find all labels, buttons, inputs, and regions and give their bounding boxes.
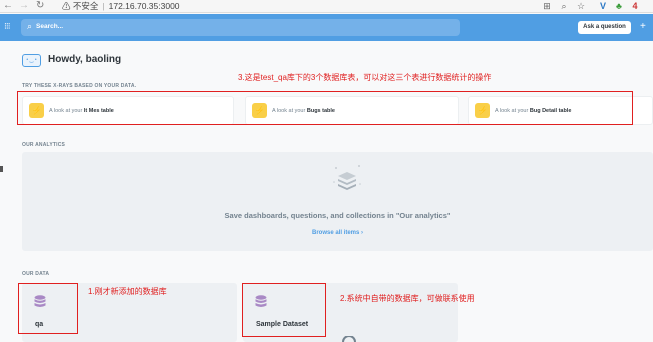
greeting-title: Howdy, baoling [48, 54, 122, 65]
database-icon [34, 295, 46, 307]
xray-prefix: A look at your [495, 108, 529, 114]
database-card-sample[interactable]: Sample Dataset [243, 283, 458, 342]
search-input[interactable]: ⌕ Search... [21, 19, 460, 36]
analytics-empty-state: Save dashboards, questions, and collecti… [22, 152, 653, 251]
security-label: 不安全 [72, 1, 99, 11]
data-heading: OUR DATA [22, 271, 50, 277]
xray-prefix: A look at your [272, 108, 306, 114]
arrow-right-icon[interactable]: → [19, 0, 29, 12]
bolt-icon: ⚡ [252, 103, 267, 118]
ask-question-button[interactable]: Ask a question [578, 21, 631, 34]
browse-all-link[interactable]: Browse all items › [22, 230, 653, 236]
xray-table-name: Bug Detail table [529, 108, 572, 114]
star-icon[interactable]: ☆ [576, 1, 586, 11]
bolt-icon: ⚡ [475, 103, 490, 118]
scroll-marker [0, 166, 3, 172]
xray-table-name: Bugs table [306, 108, 335, 114]
arrow-left-icon[interactable]: ← [3, 0, 13, 12]
search-icon: ⌕ [27, 21, 33, 31]
extension-v-icon[interactable]: V [598, 1, 608, 11]
translate-icon[interactable]: ⊞ [542, 1, 552, 11]
metabot-icon: • ‿ • [22, 54, 41, 67]
annotation-note-tables: 3.这是test_qa库下的3个数据库表，可以对这三个表进行数据统计的操作 [238, 73, 492, 82]
address-bar[interactable]: ⚠ 不安全 | 172.16.70.35:3000 [62, 0, 180, 12]
zoom-icon[interactable]: ⌕ [559, 1, 569, 11]
analytics-empty-text: Save dashboards, questions, and collecti… [224, 211, 451, 220]
xray-card-it-mes[interactable]: ⚡ A look at your It Mes table [22, 96, 234, 125]
app-navbar: ⁝⁝⁝ ⌕ Search... Ask a question + [0, 14, 653, 41]
xray-table-name: It Mes table [83, 108, 114, 114]
xray-card-bugs[interactable]: ⚡ A look at your Bugs table [245, 96, 459, 125]
plus-icon[interactable]: + [640, 21, 646, 33]
browse-all-label: Browse all items [311, 230, 360, 236]
partial-circle-icon [342, 336, 356, 342]
warning-icon: ⚠ [62, 1, 71, 11]
xray-card-bug-detail[interactable]: ⚡ A look at your Bug Detail table [468, 96, 653, 125]
xray-prefix: A look at your [49, 108, 83, 114]
reload-icon[interactable]: ↻ [36, 0, 44, 12]
search-placeholder: Search... [36, 23, 64, 30]
extension-badge[interactable]: 4 [630, 1, 640, 11]
database-name: Sample Dataset [256, 321, 309, 328]
analytics-heading: OUR ANALYTICS [22, 142, 66, 148]
annotation-note-sample: 2.系统中自带的数据库，可做联系使用 [340, 294, 475, 303]
database-name: qa [35, 321, 44, 328]
annotation-note-qa: 1.刚才新添加的数据库 [88, 287, 167, 296]
browser-toolbar: ← → ↻ ⚠ 不安全 | 172.16.70.35:3000 ⊞ ⌕ ☆ V ♣ … [0, 0, 653, 13]
chevron-right-icon: › [361, 230, 364, 236]
bolt-icon: ⚡ [29, 103, 44, 118]
extension-leaf-icon[interactable]: ♣ [614, 1, 624, 11]
xrays-heading: TRY THESE X-RAYS BASED ON YOUR DATA. [22, 83, 137, 89]
metabase-logo-icon[interactable]: ⁝⁝⁝ [4, 21, 11, 32]
collection-stack-icon [333, 165, 361, 190]
database-icon [255, 295, 267, 307]
url-text: 172.16.70.35:3000 [108, 1, 180, 11]
